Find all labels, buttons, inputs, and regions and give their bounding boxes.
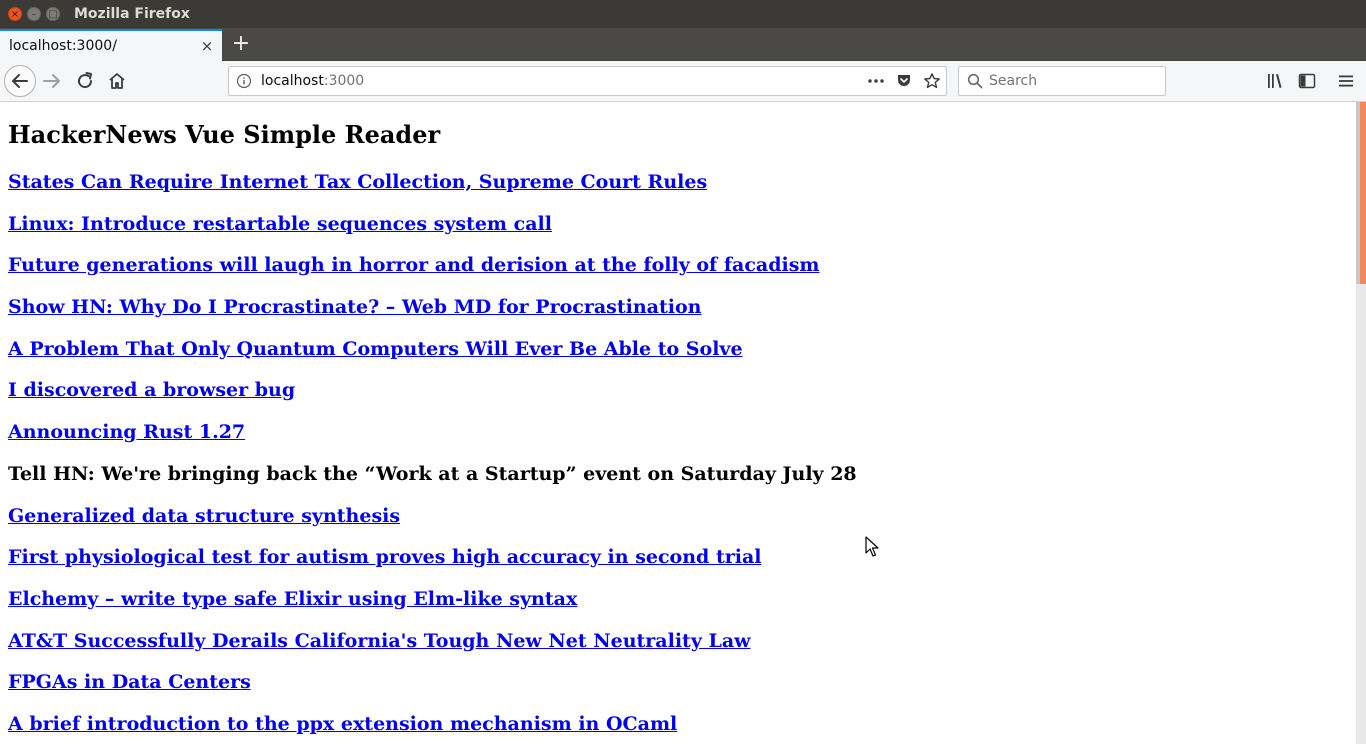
url-text[interactable]: localhost:3000 [261,67,364,95]
window-title: Mozilla Firefox [74,6,190,22]
pocket-icon[interactable] [896,73,912,89]
forward-button[interactable] [40,69,64,93]
story-item: Future generations will laugh in horror … [8,253,857,295]
story-list: States Can Require Internet Tax Collecti… [8,170,857,744]
url-host: localhost [261,73,324,89]
search-bar[interactable] [958,66,1166,96]
story-item: States Can Require Internet Tax Collecti… [8,170,857,212]
story-item: Elchemy – write type safe Elixir using E… [8,587,857,629]
story-item: I discovered a browser bug [8,378,857,420]
tab-title: localhost:3000/ [9,38,117,54]
search-input[interactable] [989,68,1159,94]
story-link[interactable]: States Can Require Internet Tax Collecti… [8,171,707,193]
story-link[interactable]: AT&T Successfully Derails California's T… [8,630,751,652]
navigation-toolbar: localhost:3000 [0,61,1366,102]
mouse-cursor-icon [865,536,879,557]
story-link[interactable]: Future generations will laugh in horror … [8,254,820,276]
story-link[interactable]: Linux: Introduce restartable sequences s… [8,213,552,235]
hamburger-menu-icon[interactable] [1337,72,1355,90]
story-title: Tell HN: We're bringing back the “Work a… [8,462,857,485]
story-link[interactable]: FPGAs in Data Centers [8,671,251,693]
story-link[interactable]: Show HN: Why Do I Procrastinate? – Web M… [8,296,701,318]
story-item: FPGAs in Data Centers [8,670,857,712]
story-link[interactable]: I discovered a browser bug [8,379,295,401]
reload-button[interactable] [73,69,97,93]
scroll-accent-bar [1360,102,1366,284]
story-item: AT&T Successfully Derails California's T… [8,629,857,671]
firefox-window: × – □ Mozilla Firefox localhost:3000/ × … [0,0,1366,744]
window-close-button[interactable]: × [8,7,22,21]
back-arrow-icon [12,74,28,88]
story-item: Linux: Introduce restartable sequences s… [8,212,857,254]
new-tab-button[interactable]: + [229,31,253,57]
url-port: :3000 [323,73,365,89]
title-bar: × – □ Mozilla Firefox [0,0,1366,29]
page-title: HackerNews Vue Simple Reader [8,120,441,149]
window-maximize-button[interactable]: □ [46,7,60,21]
story-link[interactable]: A brief introduction to the ppx extensio… [8,713,677,735]
library-icon[interactable] [1265,71,1285,91]
story-link[interactable]: First physiological test for autism prov… [8,546,761,568]
story-link[interactable]: Elchemy – write type safe Elixir using E… [8,588,577,610]
window-minimize-button[interactable]: – [27,7,41,21]
story-item: A brief introduction to the ppx extensio… [8,712,857,744]
back-button[interactable] [4,65,36,97]
story-item: Generalized data structure synthesis [8,504,857,546]
search-icon [967,73,983,89]
tab-localhost[interactable]: localhost:3000/ × [0,29,222,61]
story-item: Show HN: Why Do I Procrastinate? – Web M… [8,295,857,337]
story-item: Announcing Rust 1.27 [8,420,857,462]
home-icon [109,73,125,89]
story-item: First physiological test for autism prov… [8,545,857,587]
story-link[interactable]: A Problem That Only Quantum Computers Wi… [8,338,743,360]
story-item: Tell HN: We're bringing back the “Work a… [8,462,857,504]
story-item: A Problem That Only Quantum Computers Wi… [8,337,857,379]
reload-icon [78,72,93,89]
home-button[interactable] [105,69,129,93]
tab-strip: localhost:3000/ × + [0,28,1366,61]
tab-close-icon[interactable]: × [198,37,216,55]
page-content: HackerNews Vue Simple Reader States Can … [0,102,1356,744]
story-link[interactable]: Announcing Rust 1.27 [8,421,245,443]
more-dots-icon[interactable] [866,73,886,89]
story-link[interactable]: Generalized data structure synthesis [8,505,400,527]
forward-arrow-icon [43,74,60,88]
info-icon[interactable] [236,73,252,89]
star-icon[interactable] [923,72,941,90]
url-bar[interactable]: localhost:3000 [228,66,947,96]
sidebar-icon[interactable] [1298,72,1316,90]
